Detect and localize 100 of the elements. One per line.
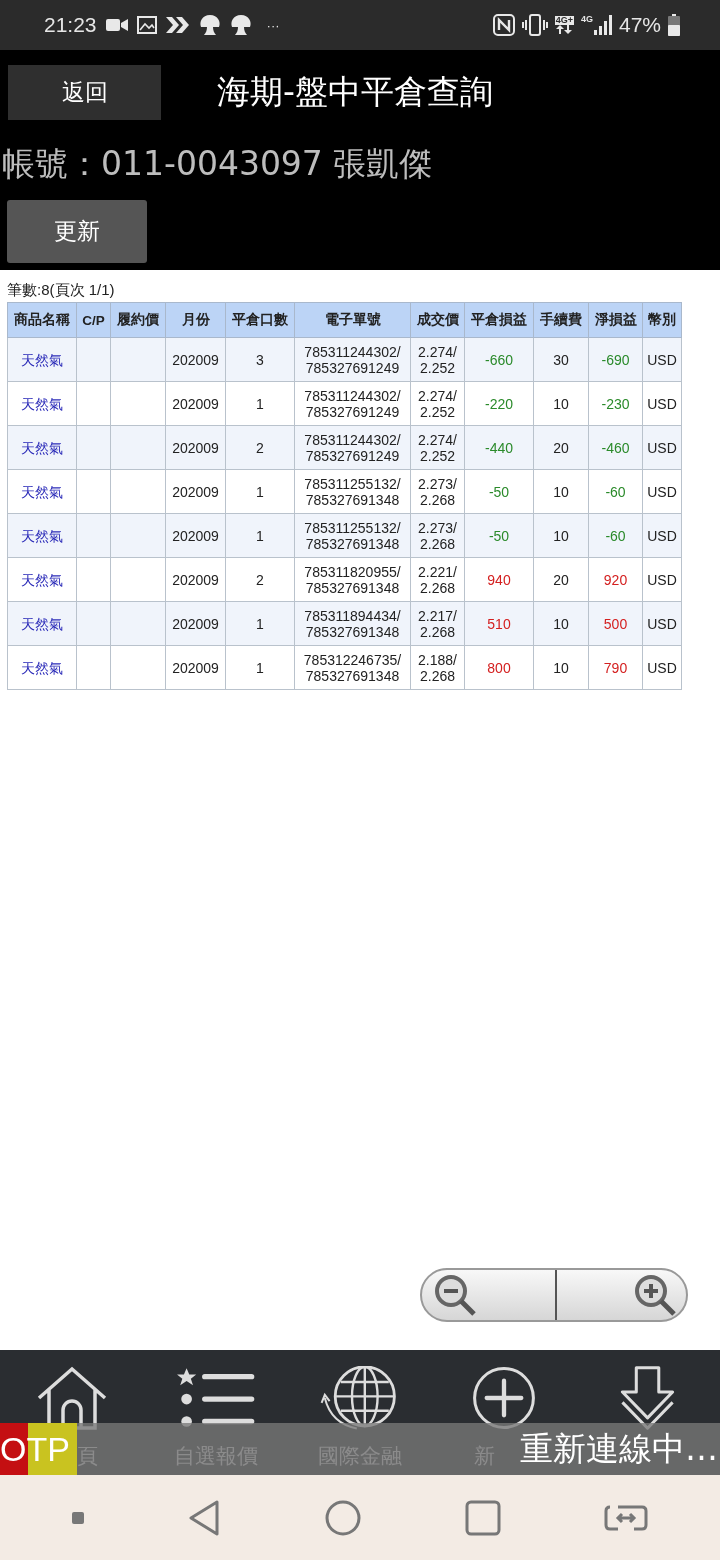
table-cell: 785311244302/ 785327691249	[294, 381, 411, 426]
column-header: 商品名稱	[7, 302, 77, 338]
back-icon[interactable]	[187, 1498, 222, 1537]
double-chevron-icon	[165, 17, 190, 33]
table-cell: 785311244302/ 785327691249	[294, 337, 411, 382]
table-cell: USD	[642, 645, 682, 690]
mushroom-icon	[229, 15, 252, 35]
table-cell: 785311820955/ 785327691348	[294, 557, 411, 602]
zoom-in-icon	[634, 1274, 678, 1316]
column-header: 平倉口數	[225, 302, 295, 338]
record-count: 筆數:8(頁次 1/1)	[7, 281, 116, 300]
table-cell: -60	[588, 513, 643, 558]
table-cell: -230	[588, 381, 643, 426]
table-cell: USD	[642, 425, 682, 470]
table-cell: 1	[225, 645, 295, 690]
table-cell: USD	[642, 337, 682, 382]
table-cell: 940	[464, 557, 534, 602]
more-notifications: ···	[266, 17, 280, 33]
mushroom-icon	[198, 15, 221, 35]
table-cell: 10	[533, 645, 589, 690]
home-circle-icon[interactable]	[325, 1499, 361, 1536]
table-cell: 785311894434/ 785327691348	[294, 601, 411, 646]
signal-icon	[593, 15, 612, 35]
product-link[interactable]: 天然氣	[7, 645, 77, 690]
table-cell: 785311255132/ 785327691348	[294, 469, 411, 514]
table-cell: 20	[533, 425, 589, 470]
table-cell: -50	[464, 469, 534, 514]
table-cell: 10	[533, 601, 589, 646]
table-cell: -220	[464, 381, 534, 426]
table-cell: 1	[225, 601, 295, 646]
table-cell: 785311244302/ 785327691249	[294, 425, 411, 470]
table-cell: 1	[225, 513, 295, 558]
table-cell: 2.274/ 2.252	[410, 381, 465, 426]
table-cell: -50	[464, 513, 534, 558]
table-cell: USD	[642, 381, 682, 426]
product-link[interactable]: 天然氣	[7, 513, 77, 558]
refresh-button[interactable]: 更新	[7, 200, 147, 263]
table-cell: 202009	[165, 425, 226, 470]
battery-percent: 47%	[618, 13, 661, 37]
recents-icon[interactable]	[464, 1499, 501, 1536]
table-cell: 800	[464, 645, 534, 690]
table-cell: USD	[642, 469, 682, 514]
column-header: 電子單號	[294, 302, 411, 338]
table-cell: -660	[464, 337, 534, 382]
product-link[interactable]: 天然氣	[7, 557, 77, 602]
column-header: 幣別	[642, 302, 682, 338]
table-cell: USD	[642, 557, 682, 602]
table-cell: USD	[642, 601, 682, 646]
table-cell: 785312246735/ 785327691348	[294, 645, 411, 690]
product-link[interactable]: 天然氣	[7, 381, 77, 426]
table-cell: 10	[533, 469, 589, 514]
table-cell: 10	[533, 513, 589, 558]
column-header: 成交價	[410, 302, 465, 338]
product-link[interactable]: 天然氣	[7, 601, 77, 646]
table-cell: 30	[533, 337, 589, 382]
table-cell: 202009	[165, 381, 226, 426]
zoom-out-icon	[434, 1274, 478, 1316]
product-link[interactable]: 天然氣	[7, 469, 77, 514]
table-cell: 1	[225, 381, 295, 426]
vibrate-icon	[521, 13, 548, 37]
table-cell: 2	[225, 557, 295, 602]
reconnect-message: 重新連線中…	[520, 1427, 719, 1470]
nfc-icon	[492, 14, 515, 36]
column-header: C/P	[76, 302, 111, 338]
table-cell: -460	[588, 425, 643, 470]
account-label: 帳號：011-0043097 張凱傑	[2, 143, 434, 185]
product-link[interactable]: 天然氣	[7, 425, 77, 470]
table-cell: -440	[464, 425, 534, 470]
table-cell: 790	[588, 645, 643, 690]
table-cell: 202009	[165, 513, 226, 558]
table-cell: 10	[533, 381, 589, 426]
table-cell: 202009	[165, 601, 226, 646]
table-cell: 2.273/ 2.268	[410, 469, 465, 514]
table-cell: 2.188/ 2.268	[410, 645, 465, 690]
image-icon	[136, 16, 157, 34]
table-cell: 3	[225, 337, 295, 382]
column-header: 淨損益	[588, 302, 643, 338]
back-button[interactable]: 返回	[8, 65, 161, 120]
table-cell: 510	[464, 601, 534, 646]
table-cell: 500	[588, 601, 643, 646]
table-cell: 785311255132/ 785327691348	[294, 513, 411, 558]
table-cell: 2.221/ 2.268	[410, 557, 465, 602]
table-cell: USD	[642, 513, 682, 558]
column-header: 平倉損益	[464, 302, 534, 338]
table-cell: 202009	[165, 557, 226, 602]
table-cell: 1	[225, 469, 295, 514]
page-title: 海期-盤中平倉查詢	[217, 71, 493, 113]
table-cell: 2.274/ 2.252	[410, 337, 465, 382]
table-cell: 2.274/ 2.252	[410, 425, 465, 470]
table-cell: -60	[588, 469, 643, 514]
table-cell: 202009	[165, 469, 226, 514]
table-cell: 202009	[165, 337, 226, 382]
network-type: 4G+	[554, 16, 574, 25]
table-cell: 2.217/ 2.268	[410, 601, 465, 646]
data-arrows-icon	[556, 25, 573, 34]
product-link[interactable]: 天然氣	[7, 337, 77, 382]
column-header: 月份	[165, 302, 226, 338]
table-cell: 202009	[165, 645, 226, 690]
table-cell: 20	[533, 557, 589, 602]
column-header: 手續費	[533, 302, 589, 338]
